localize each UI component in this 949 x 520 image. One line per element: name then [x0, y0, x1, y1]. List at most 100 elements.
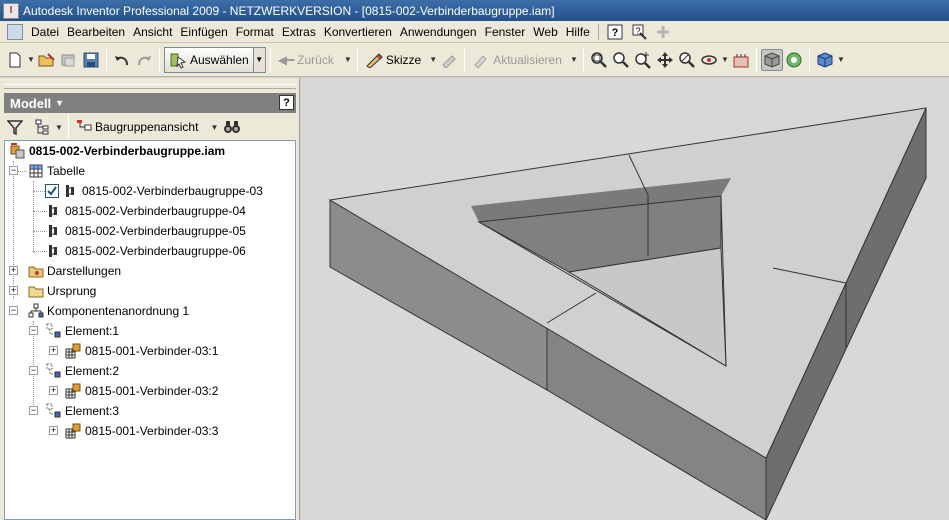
tree-item-part[interactable]: 0815-001-Verbinder-03:2 [65, 381, 218, 401]
window-title: Autodesk Inventor Professional 2009 - NE… [23, 3, 555, 18]
zoom-window-icon[interactable] [610, 49, 632, 71]
pan-icon[interactable] [654, 49, 676, 71]
menu-extras[interactable]: Extras [278, 25, 320, 39]
back-arrow-icon: ◀━ [277, 52, 295, 67]
menu-anwendungen[interactable]: Anwendungen [396, 25, 481, 39]
menu-bearbeiten[interactable]: Bearbeiten [63, 25, 129, 39]
tree-item-member[interactable]: 0815-002-Verbinderbaugruppe-05 [45, 221, 246, 241]
filter-icon[interactable] [4, 116, 26, 138]
find-binoculars-icon[interactable] [221, 116, 243, 138]
return-icon[interactable] [438, 49, 460, 71]
whats-this-icon[interactable]: ? [630, 23, 648, 41]
menu-konvertieren[interactable]: Konvertieren [320, 25, 396, 39]
plus-icon[interactable] [654, 23, 672, 41]
back-dropdown-icon[interactable]: ▼ [343, 47, 353, 73]
standard-toolbar: ▼ Auswählen ▼ ◀━ Zurück ▼ Skizze ▼ Aktua… [0, 43, 949, 77]
open-file-icon[interactable] [36, 49, 58, 71]
camera-view-dropdown-icon[interactable]: ▼ [836, 47, 846, 73]
tree-root[interactable]: 0815-002-Verbinderbaugruppe.iam [9, 141, 225, 161]
update-dropdown-icon[interactable]: ▼ [569, 47, 579, 73]
update-button[interactable]: Aktualisieren [469, 47, 565, 73]
sketch-button[interactable]: Skizze [362, 47, 424, 73]
update-icon [474, 54, 487, 68]
element-1-collapse-icon[interactable]: − [29, 326, 38, 335]
tree-item-part[interactable]: 0815-001-Verbinder-03:1 [65, 341, 218, 361]
tree-item-label: Darstellungen [47, 264, 122, 278]
tree-item-tabelle[interactable]: Tabelle [27, 161, 85, 181]
menu-datei[interactable]: Datei [27, 25, 63, 39]
rotate-icon[interactable] [698, 49, 720, 71]
panel-header[interactable]: Modell ▼ ? [4, 93, 296, 113]
zoom-all-icon[interactable] [588, 49, 610, 71]
menu-format[interactable]: Format [232, 25, 278, 39]
menu-web[interactable]: Web [529, 25, 561, 39]
menu-bar: Datei Bearbeiten Ansicht Einfügen Format… [0, 21, 949, 43]
rotate-dropdown-icon[interactable]: ▼ [720, 47, 730, 73]
new-dropdown-icon[interactable]: ▼ [26, 47, 36, 73]
tree-item-member[interactable]: 0815-002-Verbinderbaugruppe-06 [45, 241, 246, 261]
tree-item-label: Ursprung [47, 284, 97, 298]
menu-separator [597, 23, 599, 40]
select-button[interactable]: Auswählen [164, 46, 254, 73]
shaded-display-icon[interactable] [760, 48, 783, 71]
tree-item-pattern[interactable]: Komponentenanordnung 1 [27, 301, 189, 321]
tree-item-label: 0815-002-Verbinderbaugruppe-03 [82, 184, 263, 198]
menu-einfuegen[interactable]: Einfügen [176, 25, 231, 39]
graphics-viewport[interactable] [301, 78, 949, 520]
menu-hilfe[interactable]: Hilfe [562, 25, 594, 39]
inventor-app-icon[interactable]: I [3, 2, 19, 19]
part-3-expand-icon[interactable]: + [49, 426, 58, 435]
shadow-display-icon[interactable] [783, 49, 805, 71]
part-icon [65, 383, 82, 400]
tree-item-element-3[interactable]: Element:3 [45, 401, 119, 421]
tree-item-element-1[interactable]: Element:1 [45, 321, 119, 341]
zoom-selected-icon[interactable] [676, 49, 698, 71]
part-2-expand-icon[interactable]: + [49, 386, 58, 395]
tree-item-element-2[interactable]: Element:2 [45, 361, 119, 381]
camera-view-icon[interactable] [814, 49, 836, 71]
panel-dropdown-icon[interactable]: ▼ [55, 98, 64, 108]
panel-help-icon[interactable]: ? [279, 95, 294, 110]
zoom-icon[interactable] [632, 49, 654, 71]
select-dropdown-icon[interactable]: ▼ [253, 46, 266, 73]
document-icon[interactable] [7, 23, 23, 40]
triangle-assembly-model [328, 107, 927, 520]
pattern-collapse-icon[interactable]: − [9, 306, 18, 315]
element-3-collapse-icon[interactable]: − [29, 406, 38, 415]
look-at-icon[interactable] [730, 49, 752, 71]
tree-item-ursprung[interactable]: Ursprung [27, 281, 96, 301]
tree-item-label: 0815-002-Verbinderbaugruppe-05 [65, 224, 246, 238]
undo-icon[interactable] [111, 49, 133, 71]
tree-item-member[interactable]: 0815-002-Verbinderbaugruppe-03 [45, 181, 263, 201]
ursprung-expand-icon[interactable]: + [9, 286, 18, 295]
project-icon[interactable] [58, 49, 80, 71]
darstellungen-expand-icon[interactable]: + [9, 266, 18, 275]
help-icon[interactable]: ? [606, 23, 624, 41]
assembly-view-button[interactable]: Baugruppenansicht [73, 114, 201, 140]
tree-item-member[interactable]: 0815-002-Verbinderbaugruppe-04 [45, 201, 246, 221]
sketch-dropdown-icon[interactable]: ▼ [428, 47, 438, 73]
model-browser-panel: Modell ▼ ? ▼ Baugruppenansicht ▼ 0815-00… [0, 78, 300, 520]
part-icon [65, 343, 82, 360]
member-icon [45, 203, 62, 220]
redo-icon[interactable] [133, 49, 155, 71]
tree-item-label: Element:2 [65, 364, 120, 378]
assembly-view-dropdown-icon[interactable]: ▼ [209, 114, 219, 140]
tree-view-dropdown-icon[interactable]: ▼ [54, 114, 64, 140]
tree-item-darstellungen[interactable]: Darstellungen [27, 261, 121, 281]
save-icon[interactable] [80, 49, 102, 71]
toolbar-separator [106, 47, 107, 72]
element-2-collapse-icon[interactable]: − [29, 366, 38, 375]
back-button[interactable]: ◀━ Zurück [275, 47, 337, 73]
tree-item-label: Element:1 [65, 324, 120, 338]
tabelle-collapse-icon[interactable]: − [9, 166, 18, 175]
menu-fenster[interactable]: Fenster [481, 25, 530, 39]
new-file-icon[interactable] [4, 49, 26, 71]
active-member-checkbox[interactable] [45, 184, 59, 198]
tree-view-icon[interactable] [32, 116, 54, 138]
part-1-expand-icon[interactable]: + [49, 346, 58, 355]
tree-item-part[interactable]: 0815-001-Verbinder-03:3 [65, 421, 218, 441]
toolbar-separator [808, 47, 810, 72]
panel-grip[interactable] [4, 84, 296, 89]
menu-ansicht[interactable]: Ansicht [129, 25, 176, 39]
